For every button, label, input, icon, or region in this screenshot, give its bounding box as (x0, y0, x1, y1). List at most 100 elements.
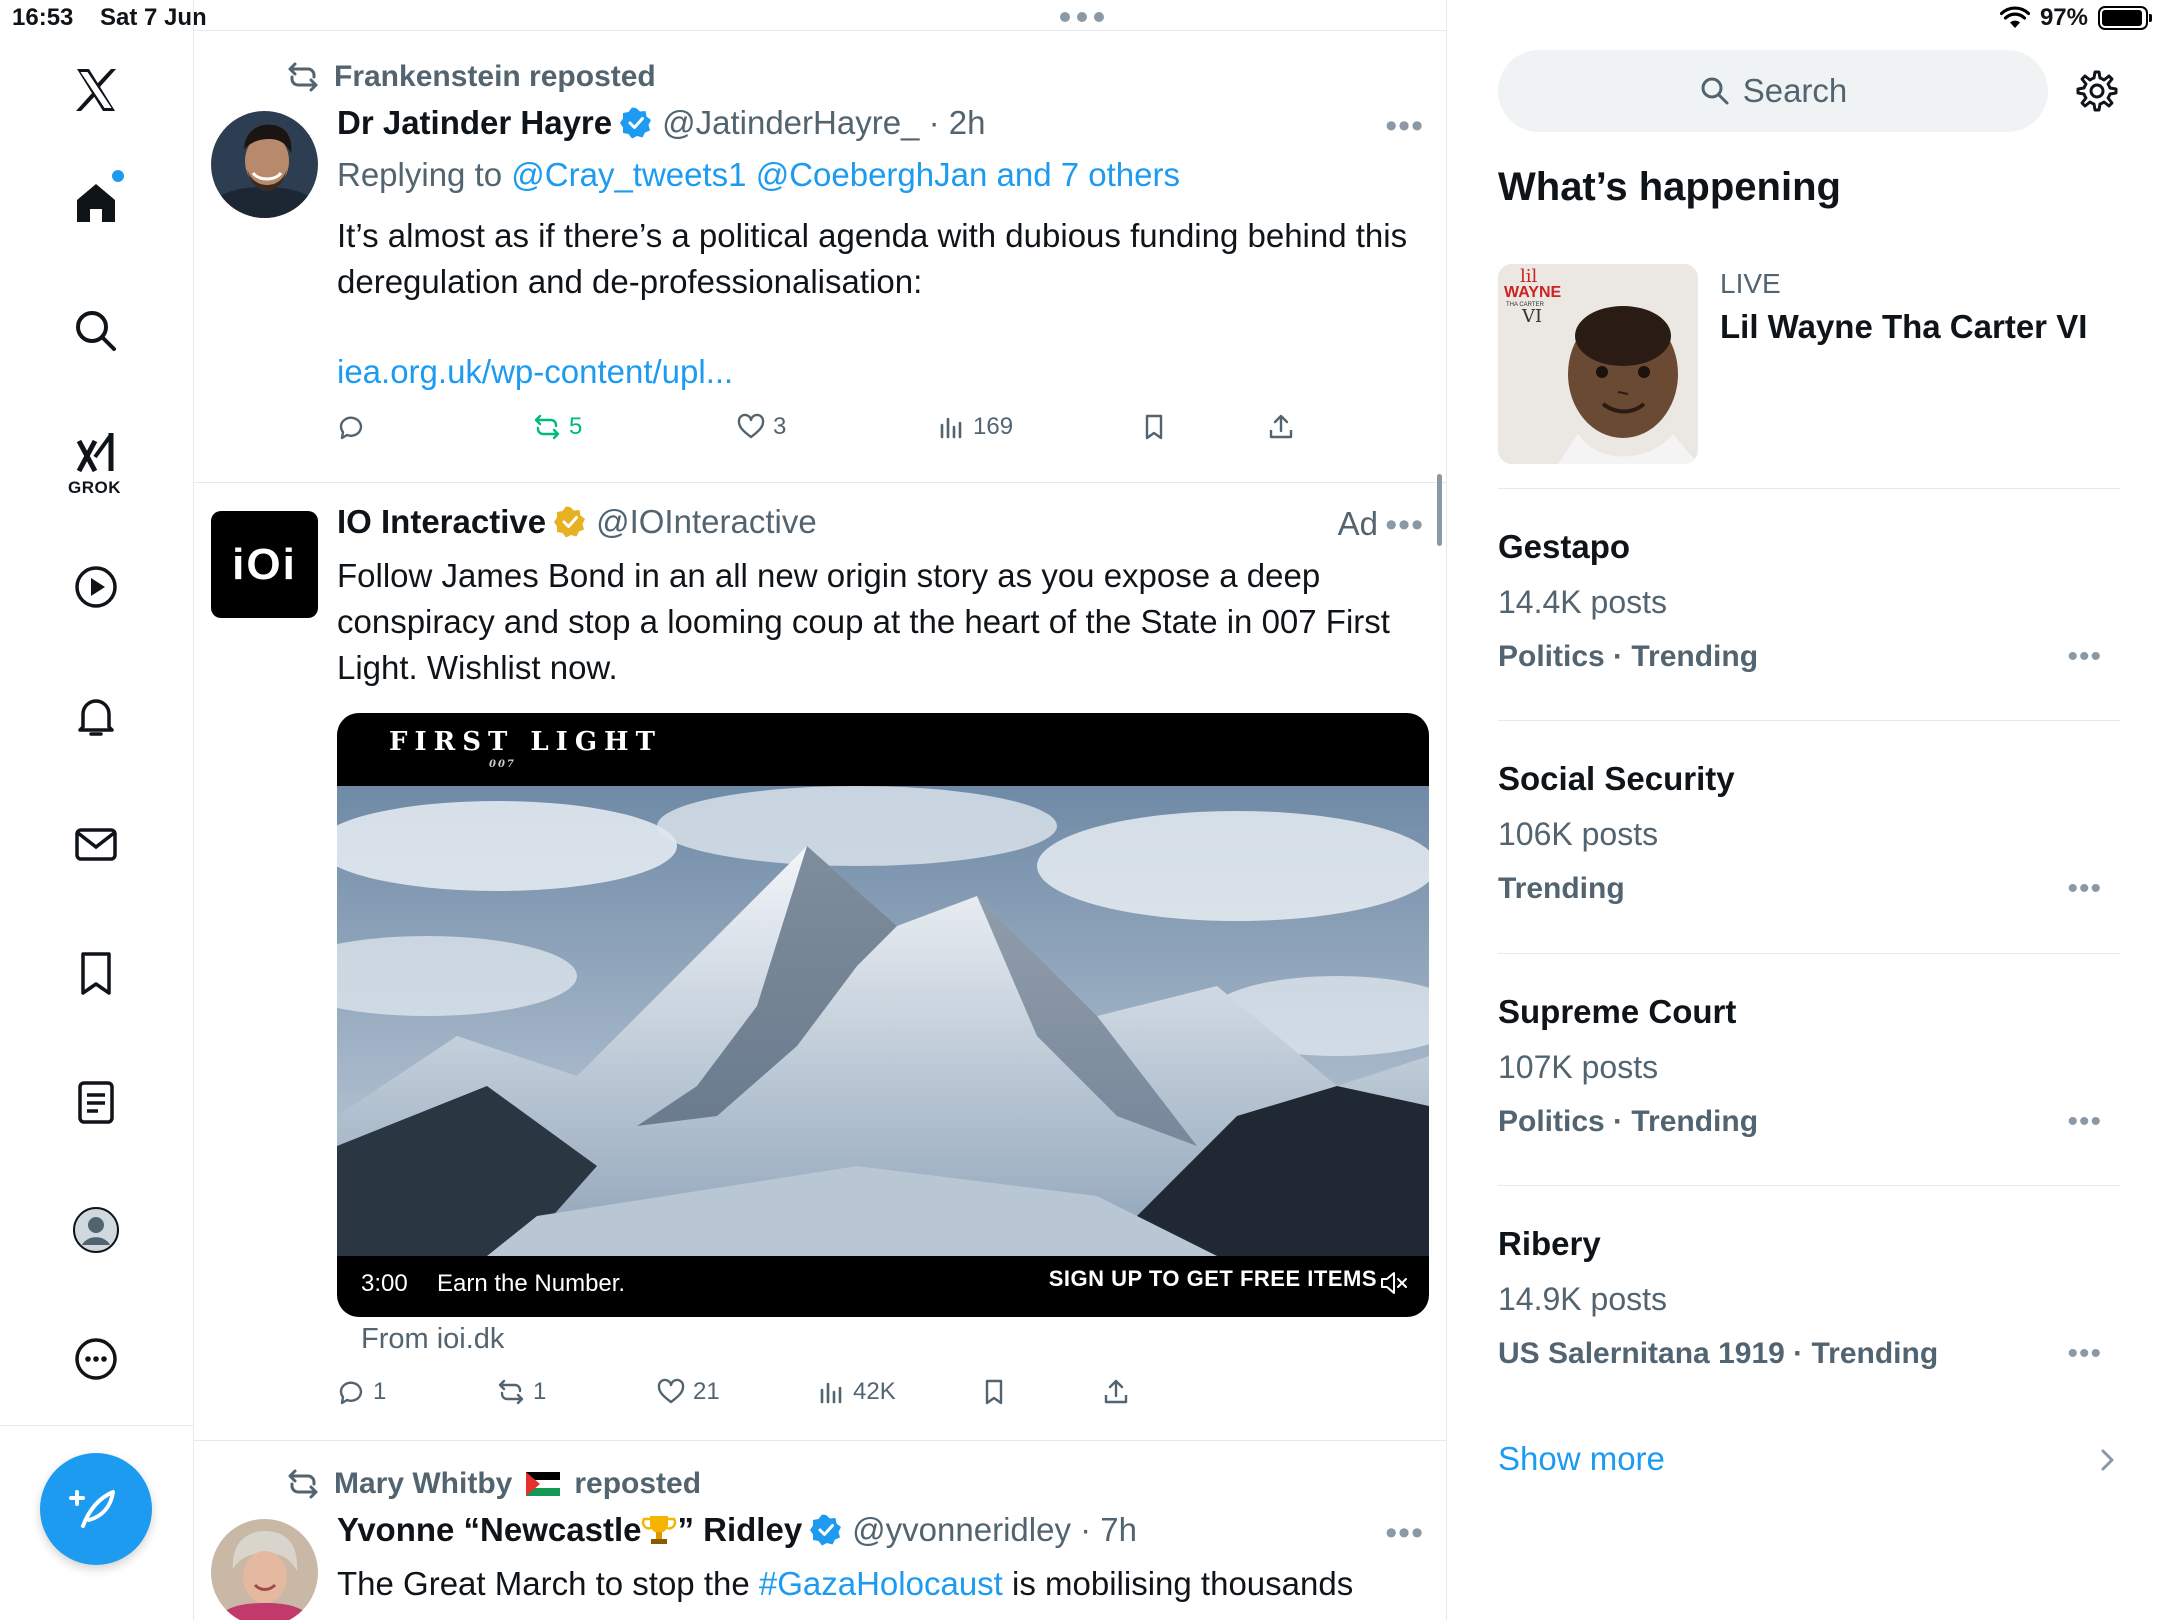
trend-more-button[interactable]: ••• (2067, 872, 2102, 906)
reply-target-links[interactable]: @Cray_tweets1 @CoeberghJan and 7 others (511, 156, 1180, 193)
bookmark-button[interactable] (1140, 413, 1168, 441)
video-brand-sub: 007 (489, 759, 516, 770)
more-options-icon[interactable] (60, 1323, 132, 1395)
author-name[interactable]: IO Interactive (337, 503, 546, 541)
ioi-logo[interactable]: iOi (211, 511, 318, 618)
repost-context-label: Frankenstein reposted (334, 60, 656, 93)
reply-icon (339, 416, 363, 440)
tweet-text: The Great March to stop the #GazaHolocau… (337, 1561, 1417, 1607)
like-button[interactable]: 21 (657, 1378, 720, 1406)
ad-source[interactable]: From ioi.dk (361, 1323, 504, 1356)
share-button[interactable] (1102, 1378, 1130, 1406)
repost-icon (534, 414, 560, 440)
timeline[interactable]: Frankenstein reposted Dr Jatinder Hayre … (194, 0, 1447, 1620)
notifications-bell-icon[interactable] (60, 680, 132, 752)
share-button[interactable] (1267, 413, 1295, 441)
settings-gear-icon[interactable] (2074, 68, 2120, 114)
video-duration: 3:00 (361, 1270, 408, 1297)
like-count: 3 (773, 413, 787, 440)
trend-item[interactable]: Gestapo 14.4K posts Politics · Trending … (1498, 528, 2120, 738)
verified-gold-badge-icon (554, 506, 586, 538)
tweet-hayre[interactable]: Frankenstein reposted Dr Jatinder Hayre … (194, 55, 1446, 480)
right-sidebar: Search What’s happening lil WAYNE THA CA… (1447, 0, 2160, 1620)
replying-to-prefix: Replying to (337, 156, 512, 193)
video-player[interactable]: FIRST LIGHT 007 3:00 Earn the Number. SI… (337, 713, 1429, 1317)
repost-count: 1 (533, 1378, 547, 1405)
trend-category: Politics · Trending (1498, 1105, 1759, 1138)
search-field[interactable]: Search (1498, 50, 2048, 132)
trend-name: Ribery (1498, 1225, 1601, 1262)
trend-category: Politics · Trending (1498, 640, 1759, 673)
author-name-suffix[interactable]: ” Ridley (677, 1511, 802, 1549)
trend-more-button[interactable]: ••• (2067, 640, 2102, 674)
views-button[interactable]: 169 (937, 413, 1013, 441)
bookmark-button[interactable] (980, 1378, 1008, 1406)
verified-badge-icon (620, 107, 652, 139)
bookmark-icon (1145, 414, 1163, 440)
reply-count: 1 (373, 1378, 387, 1405)
home-icon[interactable] (60, 166, 132, 238)
tweet-ioi-ad[interactable]: iOi IO Interactive @IOInteractive Ad •••… (194, 483, 1446, 1438)
muted-speaker-icon[interactable] (1379, 1268, 1409, 1298)
like-button[interactable]: 3 (737, 413, 786, 441)
author-handle[interactable]: @JatinderHayre_ · 2h (662, 104, 985, 142)
avatar[interactable] (211, 111, 318, 218)
avatar[interactable] (211, 1519, 318, 1620)
repost-context-name[interactable]: Mary Whitby (334, 1467, 512, 1501)
ad-label: Ad (1337, 505, 1378, 542)
repost-button[interactable]: 1 (497, 1378, 546, 1406)
search-icon[interactable] (60, 295, 132, 367)
repost-button[interactable]: 5 (533, 413, 582, 441)
trend-item[interactable]: Ribery 14.9K posts US Salernitana 1919 ·… (1498, 1225, 2120, 1435)
trend-category: US Salernitana 1919 · Trending (1498, 1337, 1939, 1370)
trend-post-count: 107K posts (1498, 1049, 1659, 1085)
heart-icon (657, 1378, 685, 1404)
reply-icon (339, 1381, 363, 1405)
tweet-more-button[interactable]: ••• (1385, 506, 1424, 545)
scrollbar[interactable] (1437, 474, 1442, 546)
mountain-video-frame (337, 786, 1429, 1256)
album-text-wayne: WAYNE (1504, 284, 1562, 301)
x-logo-icon[interactable] (60, 54, 132, 126)
views-button[interactable]: 42K (817, 1378, 896, 1406)
author-handle[interactable]: @IOInteractive (596, 503, 817, 541)
trend-post-count: 14.9K posts (1498, 1281, 1667, 1317)
tweet-text: Follow James Bond in an all new origin s… (337, 557, 1390, 686)
tweet-actions: 1 1 21 42K (337, 1378, 1337, 1418)
reply-button[interactable]: 1 (337, 1378, 386, 1406)
video-cta[interactable]: SIGN UP TO GET FREE ITEMS (1049, 1266, 1377, 1292)
trend-item[interactable]: Social Security 106K posts Trending ••• (1498, 760, 2120, 970)
grok-label: GROK (68, 478, 121, 497)
like-count: 21 (693, 1378, 720, 1405)
trend-item[interactable]: Supreme Court 107K posts Politics · Tren… (1498, 993, 2120, 1203)
search-placeholder: Search (1742, 72, 1848, 109)
trend-name: Supreme Court (1498, 993, 1737, 1030)
author-handle[interactable]: @yvonneridley · 7h (852, 1511, 1137, 1549)
trend-more-button[interactable]: ••• (2067, 1105, 2102, 1139)
trend-more-button[interactable]: ••• (2067, 1337, 2102, 1371)
trend-name: Gestapo (1498, 528, 1631, 565)
palestine-flag-icon (526, 1472, 561, 1496)
lists-icon[interactable] (60, 1066, 132, 1138)
video-play-icon[interactable] (60, 551, 132, 623)
bookmark-icon[interactable] (60, 937, 132, 1009)
author-name-prefix[interactable]: Yvonne “Newcastle (337, 1511, 641, 1549)
bookmark-icon (985, 1379, 1003, 1405)
author-name[interactable]: Dr Jatinder Hayre (337, 104, 612, 142)
trend-category: Trending (1498, 872, 1625, 905)
whats-happening-title: What’s happening (1498, 165, 1841, 209)
tweet-more-button[interactable]: ••• (1385, 107, 1424, 146)
hashtag-link[interactable]: #GazaHolocaust (759, 1565, 1003, 1602)
show-more-link[interactable]: Show more (1498, 1440, 1665, 1478)
chevron-right-icon[interactable] (2096, 1446, 2118, 1474)
tweet-more-button[interactable]: ••• (1385, 1514, 1424, 1553)
live-trend[interactable]: lil WAYNE THA CARTER VI LIVE Lil Wayne T… (1498, 264, 2118, 488)
profile-avatar-icon[interactable] (60, 1194, 132, 1266)
repost-context: Frankenstein reposted (286, 60, 656, 94)
tweet-link[interactable]: iea.org.uk/wp-content/upl... (337, 353, 733, 391)
view-count: 42K (853, 1378, 896, 1405)
messages-envelope-icon[interactable] (60, 808, 132, 880)
tweet-ridley[interactable]: Mary Whitby reposted Yvonne “Newcastle ”… (194, 1441, 1446, 1620)
reply-button[interactable] (337, 413, 373, 441)
compose-post-button[interactable] (40, 1453, 152, 1565)
